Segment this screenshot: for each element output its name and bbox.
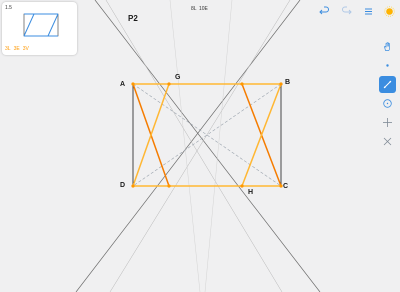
point-label-d: D: [120, 182, 125, 189]
point-label-h: H: [248, 189, 253, 196]
redo-icon: [342, 6, 352, 15]
point-b[interactable]: [279, 82, 283, 86]
construction-line: [109, 0, 291, 292]
thumbnail-stat-lines: 3L: [5, 46, 11, 52]
hint-icon: [384, 6, 395, 17]
circle-tool[interactable]: [379, 95, 396, 112]
tool-palette: [379, 38, 396, 152]
point-g2[interactable]: [240, 82, 244, 86]
menu-icon: [365, 8, 372, 15]
point-icon: [386, 64, 389, 67]
header-stat-lines: 8L: [191, 6, 197, 12]
circle-icon: [383, 99, 392, 108]
point-h2[interactable]: [167, 184, 171, 188]
point-label-c: C: [283, 183, 288, 190]
point-label-b: B: [285, 79, 290, 86]
point-g[interactable]: [167, 82, 171, 86]
level-thumbnail[interactable]: 1.5 3L 3E 3V: [2, 2, 77, 55]
construction-line: [94, 0, 321, 292]
perpendicular-icon: [383, 118, 392, 127]
point-label-g: G: [175, 74, 181, 81]
point-d[interactable]: [131, 184, 135, 188]
undo-icon: [319, 6, 329, 15]
point-h[interactable]: [240, 184, 244, 188]
thumbnail-stats: 3L 3E 3V: [5, 46, 29, 52]
intersect-icon: [383, 137, 392, 146]
hand-tool[interactable]: [379, 38, 396, 55]
hand-icon: [384, 42, 390, 51]
construction-line: [105, 0, 283, 292]
construction-line: [169, 0, 201, 292]
line-tool[interactable]: [379, 76, 396, 93]
line-icon: [383, 80, 392, 89]
thumbnail-stat-v: 3V: [22, 46, 29, 52]
point-tool[interactable]: [379, 57, 396, 74]
point-a[interactable]: [131, 82, 135, 86]
point-label-a: A: [120, 81, 125, 88]
construction-line: [204, 0, 233, 292]
level-name: P2: [128, 14, 138, 23]
thumbnail-stat-elements: 3E: [13, 46, 20, 52]
redo-button[interactable]: [340, 5, 353, 18]
hint-button[interactable]: [383, 5, 396, 18]
menu-button[interactable]: [362, 5, 375, 18]
intersect-tool[interactable]: [379, 133, 396, 150]
header-stat-elements: 10E: [199, 6, 209, 12]
perpendicular-tool[interactable]: [379, 114, 396, 131]
undo-button[interactable]: [318, 5, 331, 18]
